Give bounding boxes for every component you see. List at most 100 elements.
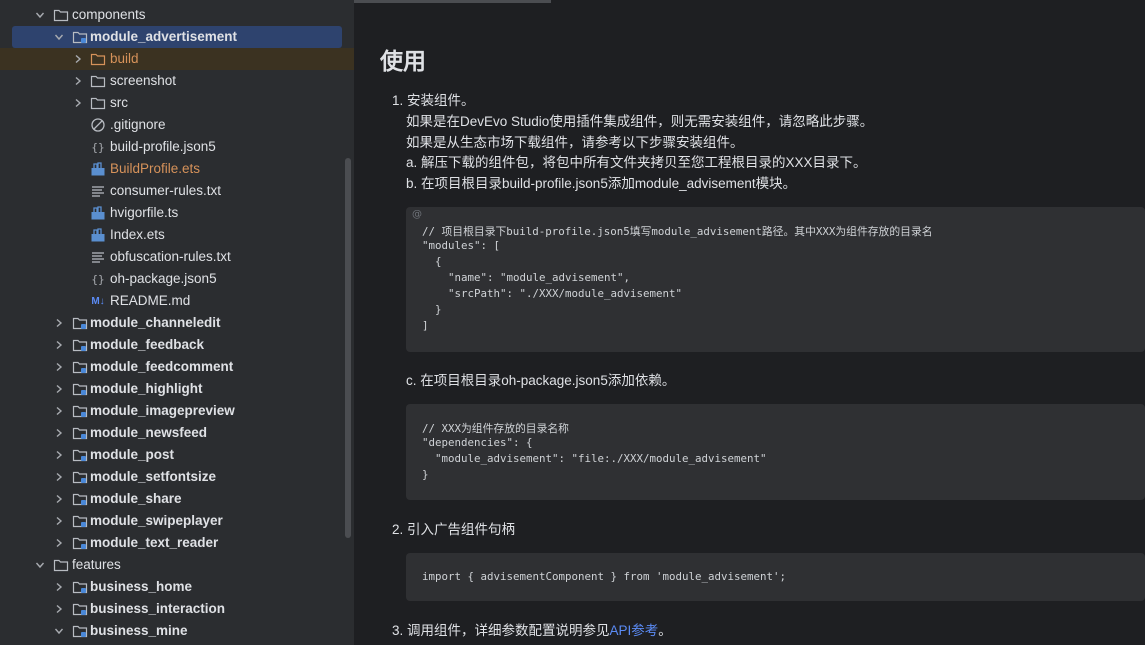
tree-item-module-feedcomment[interactable]: module_feedcomment (0, 356, 354, 378)
module-folder-icon (72, 513, 88, 529)
api-reference-link[interactable]: API参考 (610, 623, 659, 638)
chevron-right-icon[interactable] (72, 53, 84, 65)
tree-item-label: consumer-rules.txt (110, 183, 222, 198)
module-folder-icon (72, 491, 88, 507)
tree-item-module-advertisement[interactable]: module_advertisement (12, 26, 342, 48)
chevron-right-icon[interactable] (53, 581, 65, 593)
step1-text: 1. 安装组件。 (392, 93, 475, 108)
tree-item-obfuscation-rules-txt[interactable]: obfuscation-rules.txt (0, 246, 354, 268)
code-line: ] (422, 319, 429, 332)
chevron-down-icon[interactable] (34, 559, 46, 571)
code-line: import { advisementComponent } from 'mod… (422, 570, 787, 583)
module-folder-icon (72, 403, 88, 419)
chevron-down-icon[interactable] (34, 9, 46, 21)
chevron-right-icon[interactable] (53, 603, 65, 615)
tree-item-components[interactable]: components (0, 4, 354, 26)
tree-item-module-swipeplayer[interactable]: module_swipeplayer (0, 510, 354, 532)
tree-item-module-share[interactable]: module_share (0, 488, 354, 510)
tree-item-label: module_share (90, 491, 182, 506)
module-folder-icon (72, 579, 88, 595)
tree-item-module-post[interactable]: module_post (0, 444, 354, 466)
module-folder-icon (72, 337, 88, 353)
tree-item-buildprofile-ets[interactable]: BuildProfile.ets (0, 158, 354, 180)
tree-item-label: components (72, 7, 146, 22)
tree-item-module-feedback[interactable]: module_feedback (0, 334, 354, 356)
code-line: "module_advisement": "file:./XXX/module_… (422, 452, 767, 465)
tree-item-label: src (110, 95, 128, 110)
chevron-right-icon[interactable] (53, 427, 65, 439)
tree-item-gitignore[interactable]: .gitignore (0, 114, 354, 136)
tree-item-label: oh-package.json5 (110, 271, 217, 286)
tree-item-label: module_post (90, 447, 175, 462)
chevron-right-icon[interactable] (72, 75, 84, 87)
tree-item-label: Index.ets (110, 227, 165, 242)
folder-icon (53, 7, 69, 23)
chevron-right-icon[interactable] (53, 449, 65, 461)
tree-item-label: screenshot (110, 73, 177, 88)
step2-text: 2. 引入广告组件句柄 (392, 522, 516, 537)
tree-item-build[interactable]: build (0, 48, 354, 70)
chevron-right-icon[interactable] (53, 471, 65, 483)
code-block-dependencies[interactable]: // XXX为组件存放的目录名称 "dependencies": { "modu… (406, 404, 1145, 500)
json-file-icon: {} (91, 272, 105, 286)
tree-item-hvigorfile-ts[interactable]: hvigorfile.ts (0, 202, 354, 224)
chevron-right-icon[interactable] (53, 339, 65, 351)
tree-item-build-profile-json5[interactable]: {} build-profile.json5 (0, 136, 354, 158)
tree-item-readme-md[interactable]: M↓ README.md (0, 290, 354, 312)
tree-item-module-text-reader[interactable]: module_text_reader (0, 532, 354, 554)
tree-item-business-mine[interactable]: business_mine (0, 620, 354, 642)
code-line: } (422, 468, 429, 481)
tree-item-consumer-rules-txt[interactable]: consumer-rules.txt (0, 180, 354, 202)
doc-title: 使用 (380, 48, 426, 74)
tree-item-label: hvigorfile.ts (110, 205, 179, 220)
tree-item-label: .gitignore (110, 117, 166, 132)
chevron-right-icon[interactable] (53, 361, 65, 373)
tree-item-screenshot[interactable]: screenshot (0, 70, 354, 92)
tree-item-module-setfontsize[interactable]: module_setfontsize (0, 466, 354, 488)
tree-item-module-channeledit[interactable]: module_channeledit (0, 312, 354, 334)
module-folder-icon (72, 425, 88, 441)
code-line: // 项目根目录下build-profile.json5填写module_adv… (422, 225, 933, 238)
code-line: "name": "module_advisement", (422, 271, 631, 284)
chevron-right-icon[interactable] (53, 317, 65, 329)
chevron-right-icon[interactable] (53, 383, 65, 395)
tree-item-module-newsfeed[interactable]: module_newsfeed (0, 422, 354, 444)
text-file-icon (90, 183, 106, 199)
code-block-at-marker: @ (412, 209, 422, 220)
step3-suffix: 。 (658, 623, 672, 638)
chevron-right-icon[interactable] (72, 97, 84, 109)
chevron-down-icon[interactable] (53, 31, 65, 43)
tree-item-label: README.md (110, 293, 191, 308)
tree-item-label: business_home (90, 579, 193, 594)
tree-scrollbar[interactable] (345, 158, 351, 538)
ets-file-icon (90, 227, 106, 243)
tree-item-features[interactable]: features (0, 554, 354, 576)
code-line: "modules": [ (422, 239, 501, 252)
code-block-import[interactable]: import { advisementComponent } from 'mod… (406, 553, 1145, 601)
module-folder-icon (72, 535, 88, 551)
folder-icon (90, 73, 106, 89)
chevron-right-icon[interactable] (53, 515, 65, 527)
tree-item-business-interaction[interactable]: business_interaction (0, 598, 354, 620)
code-block-modules[interactable]: @ // 项目根目录下build-profile.json5填写module_a… (406, 207, 1145, 352)
markdown-file-icon: M↓ (91, 295, 105, 307)
project-tree[interactable]: components module_advertisement build scree… (0, 0, 354, 645)
tree-item-label: module_highlight (90, 381, 203, 396)
chevron-down-icon[interactable] (53, 625, 65, 637)
tree-item-module-highlight[interactable]: module_highlight (0, 378, 354, 400)
tree-item-module-imagepreview[interactable]: module_imagepreview (0, 400, 354, 422)
tree-item-business-home[interactable]: business_home (0, 576, 354, 598)
chevron-right-icon[interactable] (53, 537, 65, 549)
text-file-icon (90, 249, 106, 265)
chevron-right-icon[interactable] (53, 493, 65, 505)
tree-item-index-ets[interactable]: Index.ets (0, 224, 354, 246)
tree-item-oh-package-json5[interactable]: {} oh-package.json5 (0, 268, 354, 290)
step1-c: c. 在项目根目录oh-package.json5添加依赖。 (406, 373, 676, 388)
horizontal-scrollbar[interactable] (354, 0, 551, 3)
chevron-right-icon[interactable] (53, 405, 65, 417)
folder-icon (90, 51, 106, 67)
code-line: } (422, 303, 442, 316)
tree-item-src[interactable]: src (0, 92, 354, 114)
step1-b: b. 在项目根目录build-profile.json5添加module_adv… (406, 176, 797, 191)
module-folder-icon (72, 601, 88, 617)
